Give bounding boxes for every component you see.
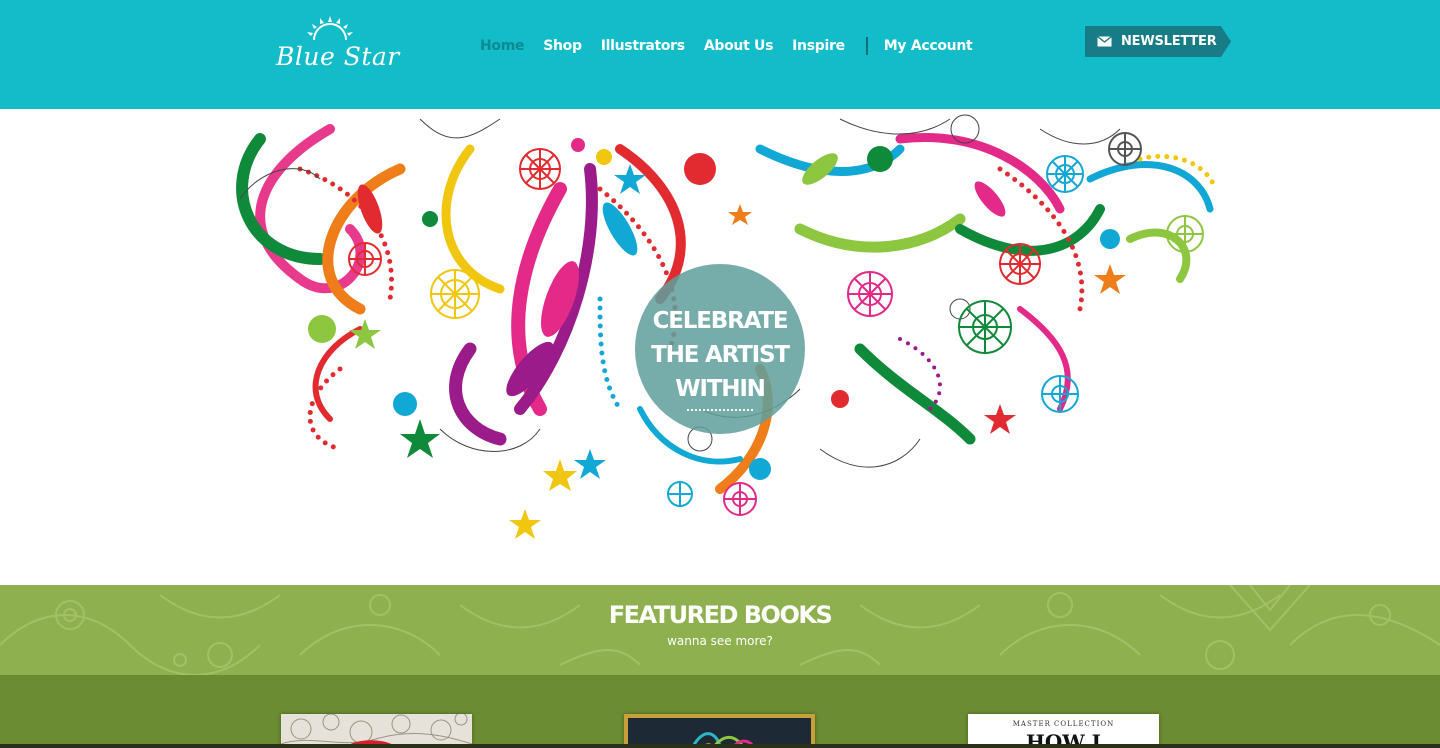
logo-wordmark: Blue Star: [276, 42, 400, 71]
nav-shop[interactable]: Shop: [543, 38, 582, 54]
envelope-icon: [1097, 36, 1112, 47]
book-cover-1[interactable]: [281, 714, 472, 748]
featured-pattern-background: [0, 585, 1440, 675]
nav-illustrators[interactable]: Illustrators: [601, 38, 685, 54]
bottom-edge: [0, 744, 1440, 748]
nav-about-us[interactable]: About Us: [704, 38, 774, 54]
hero-badge-underline: [687, 409, 753, 411]
books-carousel: MASTER COLLECTION HOW I: [0, 675, 1440, 748]
book-cover-2[interactable]: [624, 714, 815, 748]
featured-books-header: FEATURED BOOKS wanna see more?: [0, 585, 1440, 675]
hero-badge-line-2: THE ARTIST: [651, 342, 790, 368]
site-header: Blue Star Home Shop Illustrators About U…: [0, 0, 1440, 109]
nav-divider: [865, 37, 868, 55]
hero-badge-line-3: WITHIN: [675, 376, 766, 402]
hero-banner: CELEBRATE THE ARTIST WITHIN: [0, 109, 1440, 585]
book-cover-3-series: MASTER COLLECTION: [1012, 720, 1115, 728]
featured-books-title: FEATURED BOOKS: [608, 601, 833, 629]
main-nav: Home Shop Illustrators About Us Inspire …: [480, 36, 991, 56]
see-more-link[interactable]: wanna see more?: [0, 634, 1440, 648]
book-cover-3[interactable]: MASTER COLLECTION HOW I: [968, 714, 1159, 748]
newsletter-button[interactable]: NEWSLETTER: [1085, 26, 1231, 57]
newsletter-label: NEWSLETTER: [1121, 34, 1217, 49]
site-logo[interactable]: Blue Star: [272, 14, 399, 74]
hero-badge[interactable]: CELEBRATE THE ARTIST WITHIN: [635, 264, 805, 434]
nav-inspire[interactable]: Inspire: [792, 38, 845, 54]
hero-badge-line-1: CELEBRATE: [652, 308, 789, 334]
nav-my-account[interactable]: My Account: [884, 38, 973, 54]
hero-badge-text: CELEBRATE THE ARTIST WITHIN: [635, 304, 805, 406]
nav-home[interactable]: Home: [480, 38, 525, 54]
book-cover-1-art: [281, 714, 472, 748]
